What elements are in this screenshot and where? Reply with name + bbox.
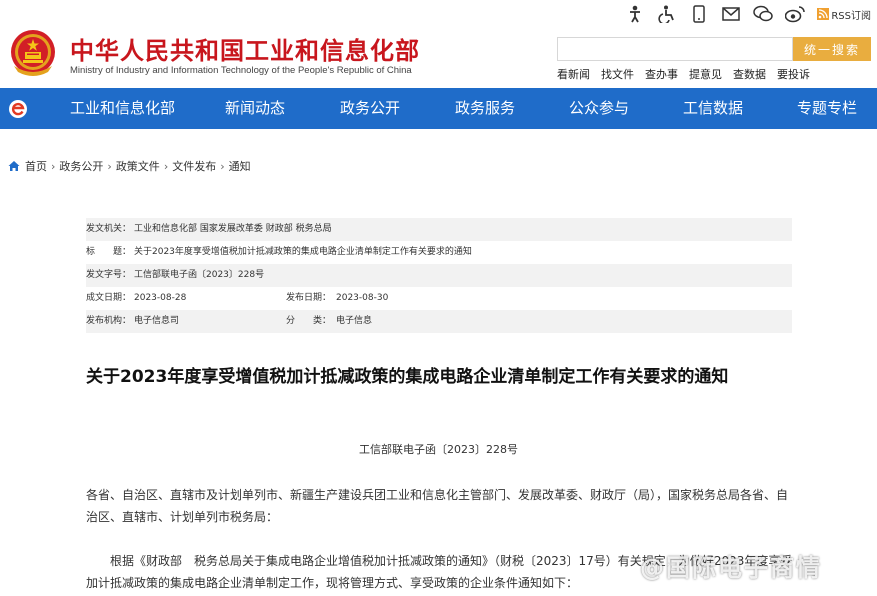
breadcrumb-separator-icon: ›	[163, 159, 169, 173]
utility-toolbar: RSS订阅	[625, 4, 871, 24]
mail-icon[interactable]	[721, 4, 741, 24]
national-emblem-icon[interactable]	[8, 28, 58, 78]
quick-link-files[interactable]: 找文件	[601, 66, 634, 82]
breadcrumb-separator-icon: ›	[51, 159, 56, 173]
meta-written-value: 2023-08-28	[134, 293, 187, 303]
breadcrumb-separator-icon: ›	[220, 159, 225, 173]
breadcrumb-home[interactable]: 首页	[25, 158, 47, 174]
site-subtitle: Ministry of Industry and Information Tec…	[70, 65, 412, 76]
meta-issuer-value: 工业和信息化部 国家发展改革委 财政部 税务总局	[134, 224, 332, 234]
nav-item-participation[interactable]: 公众参与	[569, 88, 629, 129]
meta-docno-value: 工信部联电子函〔2023〕228号	[134, 270, 265, 280]
nav-item-topics[interactable]: 专题专栏	[797, 88, 857, 129]
rss-subscribe-link[interactable]: RSS订阅	[817, 7, 871, 22]
nav-item-gov-affairs[interactable]: 政务公开	[340, 88, 400, 129]
document-meta-table: 发文机关： 工业和信息化部 国家发展改革委 财政部 税务总局 标 题： 关于20…	[86, 218, 792, 333]
e-gov-logo-icon[interactable]	[8, 99, 28, 119]
meta-row-issuer: 发文机关： 工业和信息化部 国家发展改革委 财政部 税务总局	[86, 218, 792, 241]
meta-docno-label: 发文字号：	[86, 270, 132, 280]
site-title[interactable]: 中华人民共和国工业和信息化部	[70, 31, 420, 66]
meta-published-label: 发布日期：	[286, 293, 332, 303]
document-number: 工信部联电子函〔2023〕228号	[359, 443, 518, 456]
rss-label: RSS订阅	[831, 10, 871, 22]
meta-org-value: 电子信息司	[134, 316, 180, 326]
weibo-icon[interactable]	[785, 4, 806, 24]
quick-links: 看新闻 找文件 查办事 提意见 查数据 要投诉	[557, 66, 810, 82]
meta-title-label: 标 题：	[86, 247, 132, 257]
breadcrumb-gov-affairs[interactable]: 政务公开	[59, 158, 103, 174]
paragraph-addressees: 各省、自治区、直辖市及计划单列市、新疆生产建设兵团工业和信息化主管部门、发展改革…	[86, 488, 789, 524]
meta-published-value: 2023-08-30	[336, 293, 389, 303]
meta-issuer-label: 发文机关：	[86, 224, 132, 234]
home-icon	[8, 161, 20, 171]
breadcrumb-separator-icon: ›	[107, 159, 112, 173]
quick-link-news[interactable]: 看新闻	[557, 66, 590, 82]
quick-link-services[interactable]: 查办事	[645, 66, 678, 82]
elder-mode-icon[interactable]	[625, 4, 645, 24]
breadcrumb-policy-docs[interactable]: 政策文件	[116, 158, 160, 174]
unified-search-button[interactable]: 统一搜索	[793, 37, 871, 61]
watermark: @国际电子商情	[640, 554, 822, 582]
quick-link-feedback[interactable]: 提意见	[689, 66, 722, 82]
search-input[interactable]	[557, 37, 793, 61]
meta-row-dates: 成文日期： 2023-08-28 发布日期： 2023-08-30	[86, 287, 792, 310]
rss-icon	[817, 8, 830, 20]
mobile-icon[interactable]	[689, 4, 709, 24]
document-title: 关于2023年度享受增值税加计抵减政策的集成电路企业清单制定工作有关要求的通知	[86, 367, 729, 387]
meta-category-label: 分 类：	[286, 316, 332, 326]
site-header: 中华人民共和国工业和信息化部 Ministry of Industry and …	[0, 0, 877, 88]
nav-item-services[interactable]: 政务服务	[455, 88, 515, 129]
breadcrumb: 首页 › 政务公开 › 政策文件 › 文件发布 › 通知	[8, 158, 251, 174]
wechat-icon[interactable]	[753, 4, 774, 24]
quick-link-data[interactable]: 查数据	[733, 66, 766, 82]
quick-link-complaints[interactable]: 要投诉	[777, 66, 810, 82]
breadcrumb-doc-release[interactable]: 文件发布	[172, 158, 216, 174]
meta-org-label: 发布机构：	[86, 316, 132, 326]
meta-row-title: 标 题： 关于2023年度享受增值税加计抵减政策的集成电路企业清单制定工作有关要…	[86, 241, 792, 264]
main-nav: 工业和信息化部 新闻动态 政务公开 政务服务 公众参与 工信数据 专题专栏	[0, 88, 877, 129]
meta-row-docno: 发文字号： 工信部联电子函〔2023〕228号	[86, 264, 792, 287]
nav-item-news[interactable]: 新闻动态	[225, 88, 285, 129]
meta-written-label: 成文日期：	[86, 293, 132, 303]
nav-item-miit[interactable]: 工业和信息化部	[70, 88, 175, 129]
nav-item-data[interactable]: 工信数据	[683, 88, 743, 129]
meta-title-value: 关于2023年度享受增值税加计抵减政策的集成电路企业清单制定工作有关要求的通知	[134, 247, 472, 257]
breadcrumb-notice[interactable]: 通知	[229, 158, 251, 174]
meta-category-value: 电子信息	[336, 316, 373, 326]
meta-row-org: 发布机构： 电子信息司 分 类： 电子信息	[86, 310, 792, 333]
accessibility-icon[interactable]	[657, 4, 677, 24]
